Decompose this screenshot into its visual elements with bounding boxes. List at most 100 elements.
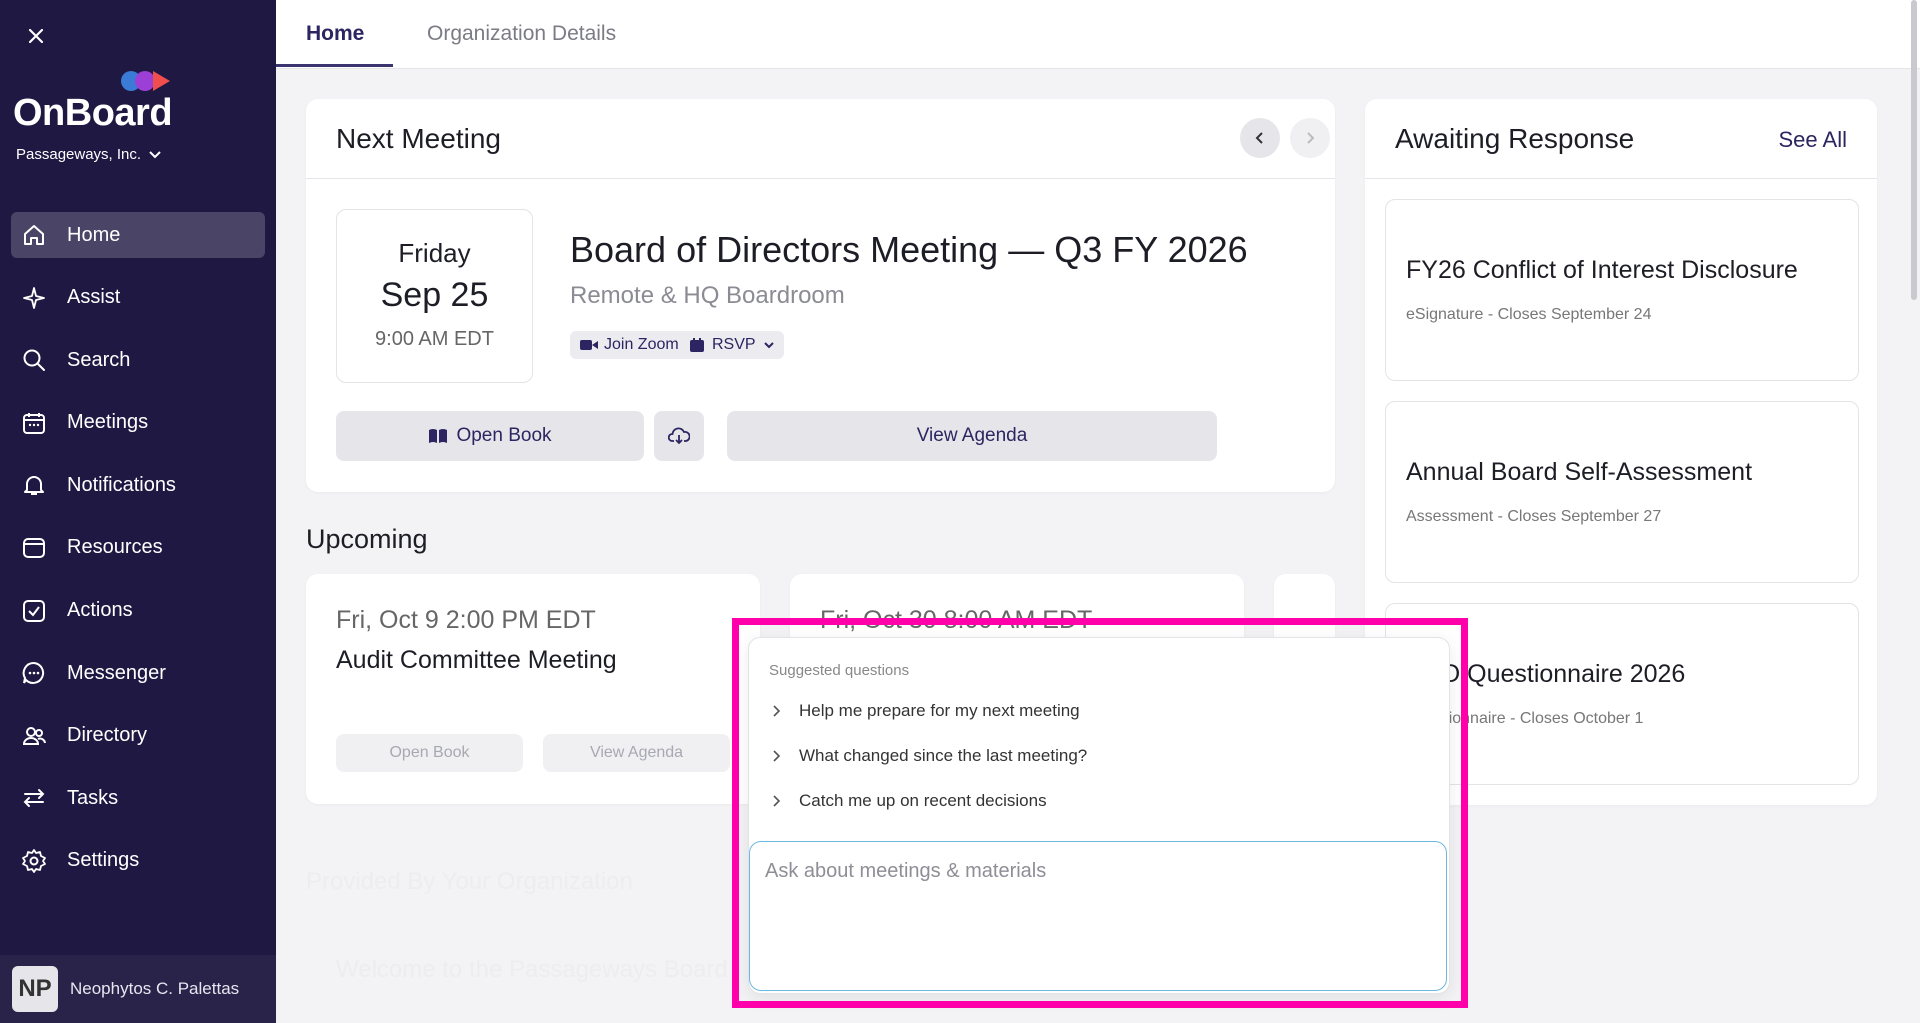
divider (1365, 178, 1877, 179)
sidebar-item-actions[interactable]: Actions (11, 588, 265, 634)
meeting-date-box: Friday Sep 25 9:00 AM EDT (336, 209, 533, 383)
suggested-question[interactable]: What changed since the last meeting? (769, 738, 1429, 774)
next-meeting-card: Next Meeting Friday Sep 25 9:00 AM EDT B… (306, 99, 1335, 492)
join-zoom-button[interactable]: Join Zoom (570, 331, 689, 359)
suggested-question-text: Catch me up on recent decisions (799, 791, 1047, 810)
open-book-label: Open Book (456, 425, 552, 446)
swap-icon (23, 789, 45, 808)
meeting-time: 9:00 AM EDT (375, 328, 494, 350)
sidebar-item-tasks[interactable]: Tasks (11, 775, 265, 821)
awaiting-item[interactable]: Annual Board Self-Assessment Assessment … (1385, 401, 1859, 583)
meeting-location: Remote & HQ Boardroom (570, 282, 845, 309)
org-name: Passageways, Inc. (16, 146, 142, 163)
rsvp-label: RSVP (712, 336, 756, 353)
sidebar-item-label: Actions (67, 599, 133, 622)
tab-bar: Home Organization Details (276, 0, 1920, 300)
upcoming-meeting-date: Fri, Oct 9 2:00 PM EDT (336, 606, 596, 634)
suggested-question[interactable]: Catch me up on recent decisions (769, 783, 1429, 819)
chevron-left-icon (1255, 132, 1263, 144)
sidebar-item-label: Notifications (67, 473, 176, 496)
home-icon (24, 225, 44, 245)
meeting-day: Friday (398, 238, 471, 268)
meeting-date: Sep 25 (380, 276, 489, 314)
rsvp-dropdown[interactable]: RSVP (680, 331, 784, 359)
bell-icon (24, 476, 44, 496)
sidebar-item-label: Messenger (67, 661, 166, 684)
sidebar-item-label: Settings (67, 849, 140, 872)
upcoming-meeting-title: Audit Committee Meeting (336, 646, 617, 674)
folder-icon (23, 537, 45, 558)
view-agenda-button[interactable]: View Agenda (727, 411, 1217, 461)
open-book-button[interactable]: Open Book (336, 411, 644, 461)
sidebar: OnBoard Passageways, Inc. Home Assist Se… (0, 0, 276, 1023)
awaiting-item-title: Annual Board Self-Assessment (1406, 458, 1753, 486)
sidebar-item-meetings[interactable]: Meetings (11, 400, 265, 446)
upcoming-open-book-button[interactable]: Open Book (336, 734, 523, 772)
active-tab-indicator (276, 64, 393, 67)
sidebar-item-label: Resources (67, 536, 163, 559)
assist-popup: Suggested questions Help me prepare for … (748, 637, 1450, 994)
sidebar-item-label: Tasks (67, 786, 119, 809)
meeting-title[interactable]: Board of Directors Meeting — Q3 FY 2026 (570, 229, 1248, 271)
chevron-down-icon (763, 341, 774, 348)
logo-mark-icon (120, 70, 176, 92)
org-selector[interactable]: Passageways, Inc. (16, 146, 161, 163)
chevron-right-icon (773, 750, 781, 762)
gear-icon (22, 849, 46, 873)
calendar-icon (23, 412, 45, 434)
provided-by-heading: Provided By Your Organization (306, 868, 633, 895)
suggested-question[interactable]: Help me prepare for my next meeting (769, 693, 1429, 729)
user-name: Neophytos C. Palettas (70, 979, 240, 998)
sidebar-item-label: Home (67, 223, 121, 246)
sidebar-item-label: Meetings (67, 411, 149, 434)
book-icon (429, 429, 448, 443)
upcoming-heading: Upcoming (306, 524, 428, 554)
upcoming-meeting-card[interactable]: Fri, Oct 9 2:00 PM EDT Audit Committee M… (306, 574, 760, 804)
close-icon[interactable] (22, 22, 50, 50)
sidebar-item-settings[interactable]: Settings (11, 838, 265, 884)
awaiting-item-subtitle: Assessment - Closes September 27 (1406, 508, 1662, 525)
user-profile[interactable]: NP Neophytos C. Palettas (0, 955, 276, 1023)
calendar-icon (690, 338, 704, 352)
join-zoom-label: Join Zoom (604, 336, 679, 353)
check-square-icon (23, 599, 45, 622)
sidebar-item-notifications[interactable]: Notifications (11, 462, 265, 508)
welcome-text: Welcome to the Passageways Board (336, 956, 728, 983)
suggested-question-text: What changed since the last meeting? (799, 746, 1088, 765)
assist-input[interactable] (749, 841, 1447, 991)
next-meeting-button[interactable] (1290, 118, 1330, 158)
sidebar-item-home[interactable]: Home (11, 212, 265, 258)
video-camera-icon (580, 340, 598, 350)
sparkle-icon (23, 286, 45, 309)
chevron-right-icon (773, 705, 781, 717)
cloud-download-icon (668, 427, 690, 445)
awaiting-item-title: FY26 Conflict of Interest Disclosure (1406, 256, 1798, 284)
sidebar-item-resources[interactable]: Resources (11, 525, 265, 571)
chat-icon (22, 662, 45, 685)
tab-organization-details[interactable]: Organization Details (427, 22, 616, 46)
awaiting-item-subtitle: eSignature - Closes September 24 (1406, 306, 1652, 323)
awaiting-item[interactable]: FY26 Conflict of Interest Disclosure eSi… (1385, 199, 1859, 381)
download-button[interactable] (654, 411, 704, 461)
search-icon (23, 349, 45, 372)
sidebar-item-directory[interactable]: Directory (11, 713, 265, 759)
suggested-question-text: Help me prepare for my next meeting (799, 701, 1080, 720)
chevron-right-icon (1307, 132, 1315, 144)
awaiting-item[interactable]: D&O Questionnaire 2026 Questionnaire - C… (1385, 603, 1859, 785)
tab-home[interactable]: Home (306, 22, 364, 46)
upcoming-view-agenda-button[interactable]: View Agenda (543, 734, 730, 772)
upcoming-meeting-date: Fri, Oct 30 8:00 AM EDT (820, 606, 1093, 634)
divider (306, 178, 1335, 179)
see-all-link[interactable]: See All (1779, 127, 1848, 153)
scrollbar[interactable] (1911, 0, 1917, 300)
chevron-right-icon (773, 795, 781, 807)
sidebar-item-label: Search (67, 348, 131, 371)
sidebar-item-messenger[interactable]: Messenger (11, 650, 265, 696)
sidebar-item-label: Assist (67, 286, 121, 309)
view-agenda-label: View Agenda (916, 425, 1028, 446)
avatar: NP (12, 966, 58, 1012)
sidebar-item-assist[interactable]: Assist (11, 275, 265, 321)
prev-meeting-button[interactable] (1240, 118, 1280, 158)
sidebar-item-label: Directory (67, 724, 148, 747)
sidebar-item-search[interactable]: Search (11, 337, 265, 383)
